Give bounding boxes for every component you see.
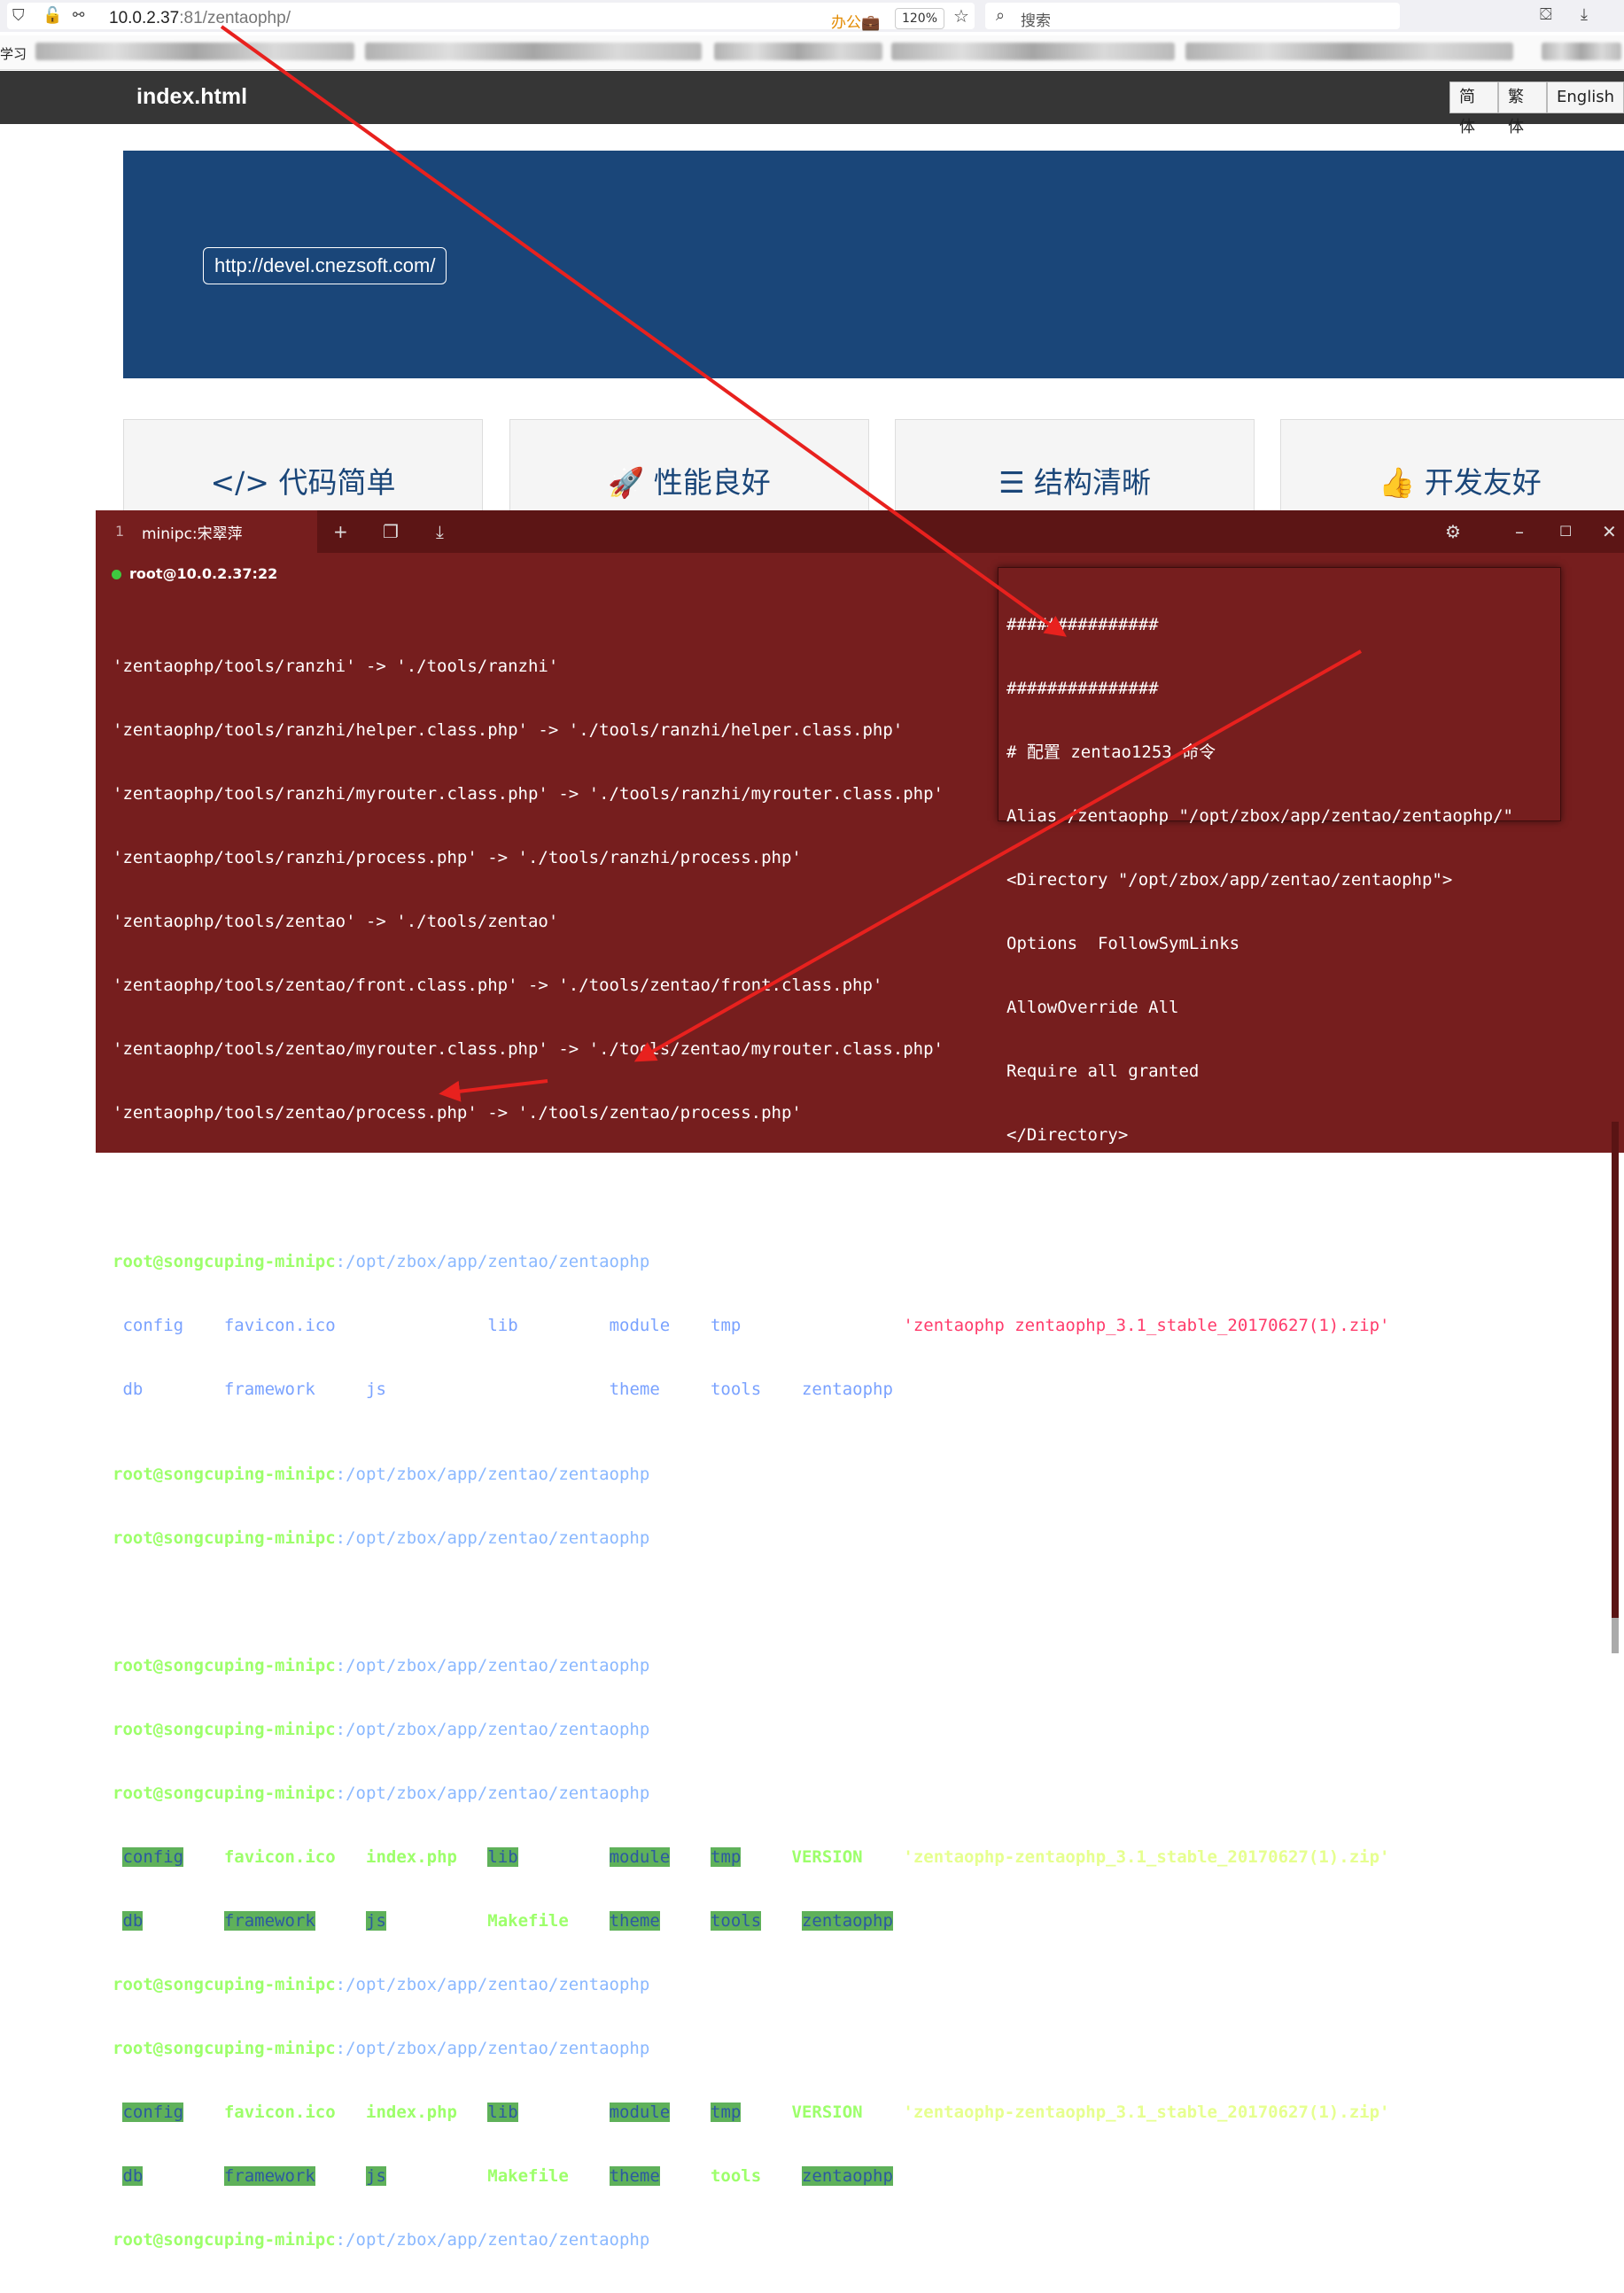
config-line: <Directory "/opt/zbox/app/zentao/zentaop… [1006, 870, 1453, 890]
ls-output-row: config favicon.ico index.php lib module … [122, 2103, 1390, 2122]
search-placeholder: 搜索 [1021, 12, 1051, 30]
config-line: </DirectoryMatch> [1006, 1253, 1179, 1272]
lang-traditional-button[interactable]: 繁体 [1498, 82, 1547, 136]
lang-english-button[interactable]: English [1547, 82, 1624, 113]
session-host: root@10.0.2.37:22 [112, 565, 277, 582]
bookmark-item[interactable]: 学习 [0, 44, 27, 63]
duplicate-tab-icon[interactable]: ❐ [383, 521, 399, 542]
popup-cursor [1006, 1316, 1564, 1337]
site-brand[interactable]: index.html [136, 84, 247, 110]
bookmark-item-blurred[interactable] [1542, 43, 1621, 60]
shield-icon[interactable]: ⛉ [12, 6, 25, 25]
ls-output-row: config favicon.ico index.php lib module … [122, 1847, 1390, 1867]
tab-title: minipc:宋翠萍 [142, 525, 243, 543]
browser-toolbar: ⛉ 🔓 ⚯ 10.0.2.37:81/zentaophp/ 办公💼 120% ☆… [0, 0, 1624, 32]
zoom-level[interactable]: 120% [895, 8, 944, 29]
feature-card: </> 代码简单 [123, 419, 483, 518]
minimize-icon[interactable]: – [1515, 521, 1524, 542]
rocket-icon: 🚀 [608, 465, 645, 500]
terminal-tab-bar: 1 minipc:宋翠萍 + ❐ ⤓ ⚙ – ☐ ✕ [96, 510, 1624, 553]
feature-card: ☰ 结构清晰 [895, 419, 1255, 518]
feature-card: 👍 开发友好 [1280, 419, 1624, 518]
config-line: # 配置 zentao1253 命令 [1006, 742, 1216, 762]
office-badge[interactable]: 办公💼 [831, 10, 880, 32]
permissions-icon[interactable]: ⚯ [73, 6, 84, 23]
terminal-scrollbar[interactable] [1612, 1122, 1619, 1653]
bookmark-item-blurred[interactable] [714, 43, 882, 60]
prompt-line: root@songcuping-minipc:/opt/zbox/app/zen… [113, 2229, 1389, 2250]
briefcase-icon: 💼 [861, 14, 881, 32]
feature-card-title: 开发友好 [1424, 465, 1542, 500]
config-line: AllowOverride All [1006, 998, 1179, 1017]
bookmark-item-blurred[interactable] [891, 43, 1175, 60]
prompt-line: root@songcuping-minipc:/opt/zbox/app/zen… [113, 1720, 1066, 1739]
feature-card: 🚀 性能良好 [509, 419, 869, 518]
gear-icon[interactable]: ⚙ [1445, 521, 1461, 542]
config-line: Options FollowSymLinks [1006, 934, 1240, 953]
bookmark-item-blurred[interactable] [35, 43, 354, 60]
hero-banner: http://devel.cnezsoft.com/ [123, 151, 1624, 378]
search-icon: ⌕ [996, 6, 1006, 25]
thumbs-up-icon: 👍 [1379, 465, 1416, 500]
scroll-thumb[interactable] [1612, 1618, 1619, 1653]
insecure-lock-icon[interactable]: 🔓 [43, 6, 62, 25]
prompt-line: root@songcuping-minipc:/opt/zbox/app/zen… [113, 1465, 833, 1484]
prompt-line: root@songcuping-minipc:/opt/zbox/app/zen… [113, 1656, 1035, 1675]
feature-card-title: 代码简单 [278, 465, 396, 500]
site-navbar: index.html 简体 繁体 English [0, 71, 1624, 136]
code-icon: </> [210, 465, 269, 500]
terminal-line: httpd.conf mime.types update.conf zentao… [113, 1592, 619, 1612]
config-line: Alias /zentaophp "/opt/zbox/app/zentao/z… [1006, 806, 1513, 826]
prompt-line: root@songcuping-minipc:/opt/zbox/app/zen… [113, 1975, 1035, 1994]
ls-output-row: db framework js Makefile theme tools zen… [122, 1911, 893, 1931]
terminal-tab[interactable]: 1 minipc:宋翠萍 [96, 510, 317, 553]
config-line: ############### [1006, 615, 1159, 634]
bookmark-item-blurred[interactable] [365, 43, 702, 60]
search-box[interactable]: ⌕ 搜索 [985, 3, 1400, 30]
prompt-line: root@songcuping-minipc:/opt/zbox/app/zen… [113, 1784, 691, 1803]
connected-status-icon [112, 570, 121, 579]
download-icon[interactable]: ⤓ [1581, 5, 1588, 24]
config-popup: ############### ############### # 配置 zen… [998, 567, 1564, 1332]
maximize-icon[interactable]: ☐ [1559, 523, 1572, 540]
lang-simplified-button[interactable]: 简体 [1449, 82, 1498, 136]
bookmark-star-icon[interactable]: ☆ [953, 5, 969, 27]
pocket-icon[interactable]: ⛋ [1540, 5, 1552, 24]
prompt-line: root@songcuping-minipc:/opt/zbox/app/zen… [113, 2039, 691, 2058]
new-tab-icon[interactable]: + [333, 521, 348, 542]
config-line: ############### [1006, 679, 1159, 698]
text-cursor [670, 2230, 682, 2250]
prompt-line: root@songcuping-minipc:/opt/zbox/app/zen… [113, 1528, 924, 1548]
hero-link[interactable]: http://devel.cnezsoft.com/ [203, 247, 447, 284]
tab-number: 1 [115, 523, 125, 540]
bookmarks-bar: 学习 [0, 35, 1624, 70]
url-text[interactable]: 10.0.2.37:81/zentaophp/ [109, 9, 291, 28]
feature-card-title: 结构清晰 [1034, 465, 1152, 500]
bookmark-item-blurred[interactable] [1185, 43, 1513, 60]
config-line: Require all granted [1006, 1061, 1200, 1081]
ls-output-row: db framework js Makefile theme tools zen… [122, 2166, 893, 2186]
language-switcher: 简体 繁体 English [1449, 82, 1624, 136]
config-line: </Directory> [1006, 1125, 1129, 1145]
feature-card-title: 性能良好 [653, 465, 771, 500]
config-line: <DirectoryMatch "/opt/zbox/app/zentao/ze… [1006, 1189, 1565, 1209]
ls-output-row: db framework js Makefile theme tools zen… [122, 1380, 893, 1399]
close-icon[interactable]: ✕ [1602, 521, 1617, 542]
address-bar[interactable]: ⛉ 🔓 ⚯ 10.0.2.37:81/zentaophp/ 办公💼 120% ☆ [7, 3, 975, 32]
download-icon[interactable]: ⤓ [436, 521, 444, 542]
list-icon: ☰ [998, 465, 1025, 500]
